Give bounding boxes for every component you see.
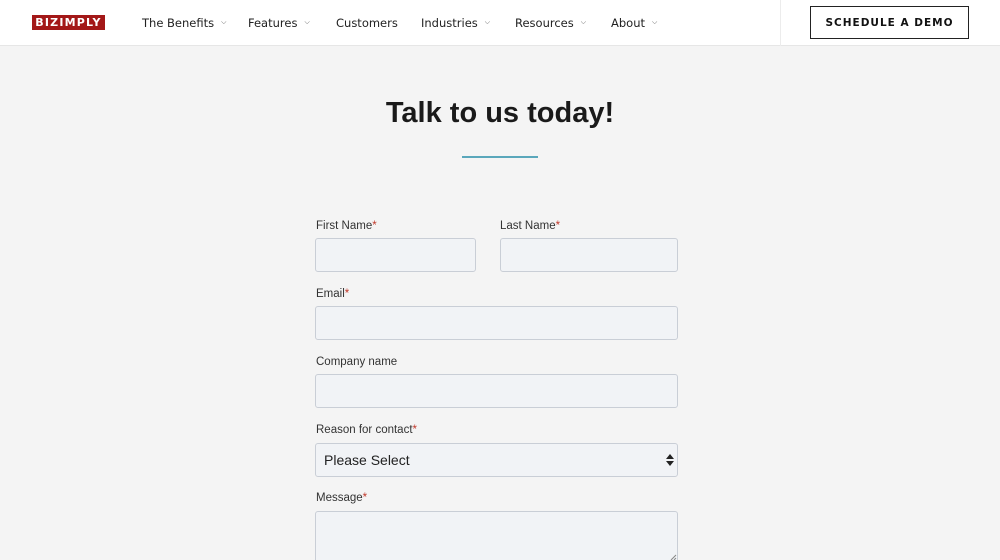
nav-item-resources[interactable]: Resources ⌵	[515, 0, 586, 46]
page-title: Talk to us today!	[385, 97, 615, 129]
bizimply-logo[interactable]: BIZIMPLY	[32, 15, 105, 30]
header-divider	[780, 0, 781, 46]
required-mark: *	[372, 220, 377, 232]
nav-item-about[interactable]: About ⌵	[611, 0, 657, 46]
schedule-demo-button[interactable]: SCHEDULE A DEMO	[810, 6, 969, 39]
first-name-label: First Name*	[316, 220, 377, 232]
chevron-down-icon: ⌵	[484, 17, 491, 26]
email-label: Email*	[316, 288, 349, 300]
nav-item-label: Customers	[336, 16, 398, 30]
required-mark: *	[555, 220, 561, 232]
select-arrows-icon	[666, 454, 674, 466]
chevron-down-icon: ⌵	[652, 17, 658, 26]
company-label: Company name	[316, 356, 398, 368]
message-textarea[interactable]	[315, 511, 678, 560]
title-underline	[462, 156, 538, 158]
last-name-label-text: Last Name	[500, 220, 556, 232]
reason-label-text: Reason for contact	[316, 424, 413, 436]
reason-select[interactable]: Please Select	[315, 443, 678, 477]
company-input[interactable]	[315, 374, 678, 408]
required-mark: *	[344, 288, 350, 300]
first-name-label-text: First Name	[316, 220, 373, 232]
nav-item-the-benefits[interactable]: The Benefits ⌵	[142, 0, 226, 46]
email-input[interactable]	[315, 306, 678, 340]
nav-item-features[interactable]: Features ⌵	[248, 0, 310, 46]
first-name-input[interactable]	[315, 238, 476, 272]
required-mark: *	[362, 492, 368, 504]
nav-item-label: About	[611, 16, 646, 30]
site-header: BIZIMPLY The Benefits ⌵ Features ⌵ Custome…	[0, 0, 1000, 46]
last-name-label: Last Name*	[500, 220, 560, 232]
chevron-down-icon: ⌵	[580, 17, 587, 26]
message-label-text: Message	[316, 492, 363, 504]
nav-item-industries[interactable]: Industries ⌵	[421, 0, 490, 46]
reason-label: Reason for contact*	[316, 424, 417, 436]
last-name-input[interactable]	[500, 238, 678, 272]
reason-select-value: Please Select	[324, 452, 410, 468]
required-mark: *	[412, 424, 418, 436]
email-label-text: Email	[316, 288, 345, 300]
nav-item-customers[interactable]: Customers	[336, 0, 398, 46]
message-label: Message*	[316, 492, 367, 504]
resize-handle-icon[interactable]	[669, 553, 677, 560]
nav-item-label: The Benefits	[142, 16, 215, 30]
message-field-wrap	[315, 511, 678, 560]
nav-item-label: Resources	[515, 16, 574, 30]
chevron-down-icon: ⌵	[304, 17, 310, 26]
nav-item-label: Industries	[421, 16, 478, 30]
chevron-down-icon: ⌵	[221, 17, 227, 26]
nav-item-label: Features	[248, 16, 298, 30]
